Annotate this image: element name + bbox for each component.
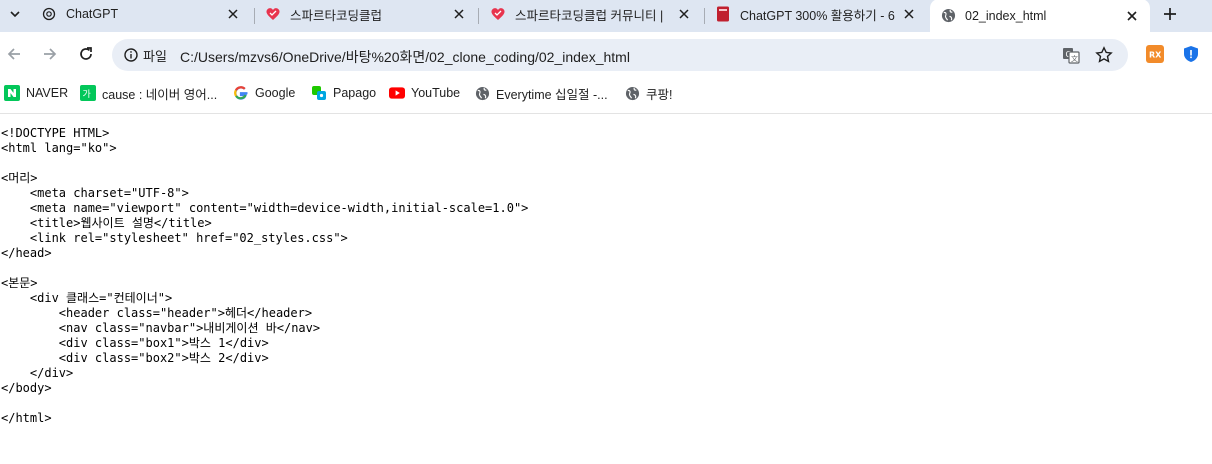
new-tab-button[interactable] [1158,2,1182,26]
tab-search-button[interactable] [2,0,28,28]
source-line: <본문> [1,276,38,290]
globe-icon [940,8,956,24]
close-icon[interactable] [451,6,467,22]
reload-icon [80,47,92,60]
browser-toolbar: 파일 C:/Users/mzvs6/OneDrive/바탕%20화면/02_cl… [0,32,1212,76]
source-line [1,261,528,276]
tab-strip: ChatGPT 스파르타코딩클럽 스파르타코딩클럽 커뮤니티 | ChatGPT… [0,0,1212,32]
source-line [1,396,528,411]
svg-text:RX: RX [1149,51,1162,60]
tab-02-index-html[interactable]: 02_index_html [930,0,1150,32]
bookmarks-bar: NAVER 가 cause : 네이버 영어... Google Papago … [0,76,1212,114]
source-line: </html> [1,411,52,425]
bookmark-star-icon[interactable] [1094,45,1114,65]
bookmark-label: YouTube [411,86,461,100]
tab-title: ChatGPT 300% 활용하기 - 6 [740,8,895,23]
tab-title: 02_index_html [965,8,1047,23]
source-line: <meta name="viewport" content="width=dev… [1,201,529,215]
forward-button[interactable] [38,42,62,66]
svg-text:文: 文 [1071,54,1078,63]
sparta-heart-icon [490,6,506,22]
source-line: <div class="box2">박스 2</div> [1,351,269,365]
naver-icon [4,85,20,101]
source-line: </body> [1,381,52,395]
close-icon[interactable] [901,6,917,22]
url-text[interactable]: C:/Users/mzvs6/OneDrive/바탕%20화면/02_clone… [180,47,630,67]
tab-title: ChatGPT [66,7,119,21]
reload-button[interactable] [74,42,98,66]
bookmark-label: cause : 네이버 영어... [102,87,218,102]
source-line: <div 클래스="컨테이너"> [1,291,173,305]
plus-icon [1164,8,1176,20]
file-source-text: <!DOCTYPE HTML> <html lang="ko"> <머리> <met… [1,126,528,426]
source-line [1,156,528,171]
globe-icon [474,85,490,101]
close-icon[interactable] [676,6,692,22]
source-line: <meta charset="UTF-8"> [1,186,189,200]
info-icon [124,48,138,62]
chevron-down-icon [10,11,20,18]
tab-title: 스파르타코딩클럽 커뮤니티 | [515,8,664,23]
source-line: <머리> [1,171,38,185]
bookmark-label: Everytime 십일절 -... [496,87,608,102]
page-content: <!DOCTYPE HTML> <html lang="ko"> <머리> <met… [0,114,1212,464]
papago-icon [311,85,327,101]
tab-chatgpt[interactable]: ChatGPT [31,0,251,28]
svg-text:가: 가 [83,89,91,100]
tab-separator [478,8,479,24]
book-icon [715,6,731,22]
source-line: </head> [1,246,52,260]
site-info-label: 파일 [143,48,167,64]
tab-sparta[interactable]: 스파르타코딩클럽 [255,0,477,28]
arrow-left-icon [7,48,20,60]
close-icon[interactable] [1124,8,1140,24]
chatgpt-icon [41,6,57,22]
bookmark-label: Papago [333,86,377,100]
google-icon [233,85,249,101]
site-info-button[interactable]: 파일 [117,42,176,68]
globe-icon [624,85,640,101]
bookmark-everytime[interactable]: Everytime 십일절 -... [474,84,608,102]
bookmark-label: NAVER [26,86,69,100]
bookmark-label: 쿠팡! [646,87,673,102]
source-line: <!DOCTYPE HTML> [1,126,110,140]
back-button[interactable] [2,42,26,66]
tab-chatgpt-300[interactable]: ChatGPT 300% 활용하기 - 6 [705,0,927,28]
tab-sparta-community[interactable]: 스파르타코딩클럽 커뮤니티 | [480,0,702,28]
translate-icon[interactable]: G文 [1061,45,1081,65]
source-line: <div class="box1">박스 1</div> [1,336,269,350]
extension-icon[interactable]: RX [1146,45,1164,63]
youtube-icon [389,85,405,101]
naver-dict-icon: 가 [80,85,96,101]
bookmark-naver[interactable]: NAVER [4,84,68,102]
source-line: <html lang="ko"> [1,141,117,155]
address-bar[interactable]: 파일 C:/Users/mzvs6/OneDrive/바탕%20화면/02_cl… [112,39,1128,71]
source-line: </div> [1,366,74,380]
bookmark-papago[interactable]: Papago [311,84,376,102]
source-line: <nav class="navbar">내비게이션 바</nav> [1,321,321,335]
bookmark-youtube[interactable]: YouTube [389,84,460,102]
close-icon[interactable] [225,6,241,22]
arrow-right-icon [44,48,57,60]
tab-title: 스파르타코딩클럽 [290,8,383,23]
source-line: <title>웹사이트 설명</title> [1,216,212,230]
source-line: <header class="header">헤더</header> [1,306,313,320]
shield-icon[interactable] [1182,45,1200,63]
sparta-heart-icon [265,6,281,22]
bookmark-naver-dict[interactable]: 가 cause : 네이버 영어... [80,84,217,102]
source-line: <link rel="stylesheet" href="02_styles.c… [1,231,348,245]
bookmark-google[interactable]: Google [233,84,295,102]
bookmark-coupang[interactable]: 쿠팡! [624,84,672,102]
bookmark-label: Google [255,86,296,100]
